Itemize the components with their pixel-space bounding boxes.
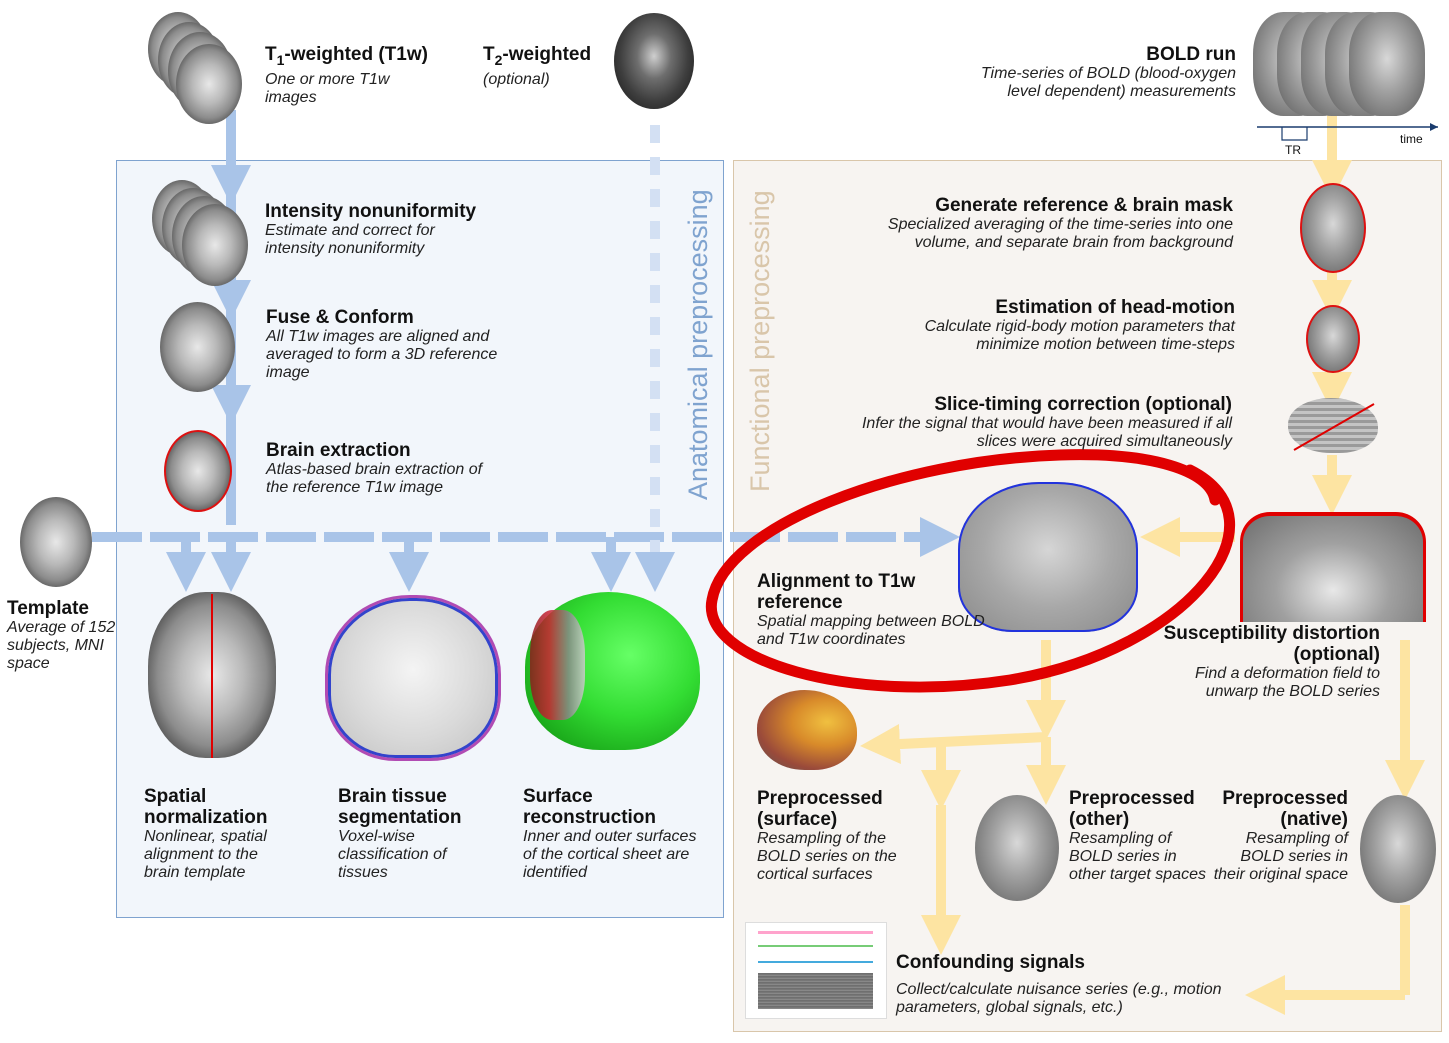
surface-reconstruction-cut (530, 610, 585, 720)
head-motion-image (1306, 305, 1360, 373)
step-reference-mask: Generate reference & brain mask Speciali… (887, 195, 1233, 251)
tr-label: TR (1285, 143, 1301, 157)
tr-bracket (1281, 127, 1308, 141)
step-head-motion: Estimation of head-motion Calculate rigi… (924, 297, 1235, 353)
preprocessed-native-label: Preprocessed (native) Resampling of BOLD… (1213, 788, 1348, 883)
preprocessed-other-label: Preprocessed (other) Resampling of BOLD … (1069, 788, 1206, 883)
step-brain-extraction: Brain extraction Atlas-based brain extra… (266, 440, 483, 496)
bold-image-stack (1253, 12, 1433, 120)
confounds-plot (745, 922, 887, 1019)
tissue-segmentation-image (325, 595, 501, 761)
spatial-normalization-label: Spatial normalization Nonlinear, spatial… (144, 786, 268, 881)
confounds-label: Confounding signals Collect/calculate nu… (896, 952, 1222, 1016)
step-intensity-nonuniformity: Intensity nonuniformity Estimate and cor… (265, 201, 477, 257)
nonuniformity-image-stack (152, 180, 252, 288)
flow-arrows (92, 110, 1438, 1015)
t2w-image (614, 13, 694, 109)
template-image (20, 497, 92, 587)
t1w-image-stack (148, 12, 243, 124)
t2w-label: T2-weighted (optional) (483, 44, 592, 88)
normalization-midline (211, 594, 213, 758)
step-fuse-conform: Fuse & Conform All T1w images are aligne… (266, 307, 498, 381)
step-slice-timing: Slice-timing correction (optional) Infer… (861, 394, 1232, 450)
template-label: Template Average of 152 subjects, MNI sp… (7, 598, 116, 672)
alignment-label: Alignment to T1w reference Spatial mappi… (757, 571, 985, 648)
bold-run-label: BOLD run Time-series of BOLD (blood-oxyg… (980, 44, 1236, 100)
brain-extraction-image (164, 430, 232, 512)
time-label: time (1400, 132, 1423, 146)
susceptibility-image (1240, 512, 1426, 622)
preprocessed-surface-label: Preprocessed (surface) Resampling of the… (757, 788, 897, 883)
slice-timing-line (1293, 403, 1375, 451)
reference-mask-image (1300, 183, 1366, 273)
tissue-segmentation-label: Brain tissue segmentation Voxel-wise cla… (338, 786, 462, 881)
susceptibility-label: Susceptibility distortion (optional) Fin… (1163, 623, 1380, 700)
surface-output-image (757, 690, 857, 770)
surface-reconstruction-label: Surface reconstruction Inner and outer s… (523, 786, 697, 881)
native-output-image (1360, 795, 1436, 903)
t1w-label: T1-weighted (T1w) One or more T1w images (265, 44, 428, 106)
fuse-conform-image (160, 302, 235, 392)
other-output-image (975, 795, 1059, 901)
